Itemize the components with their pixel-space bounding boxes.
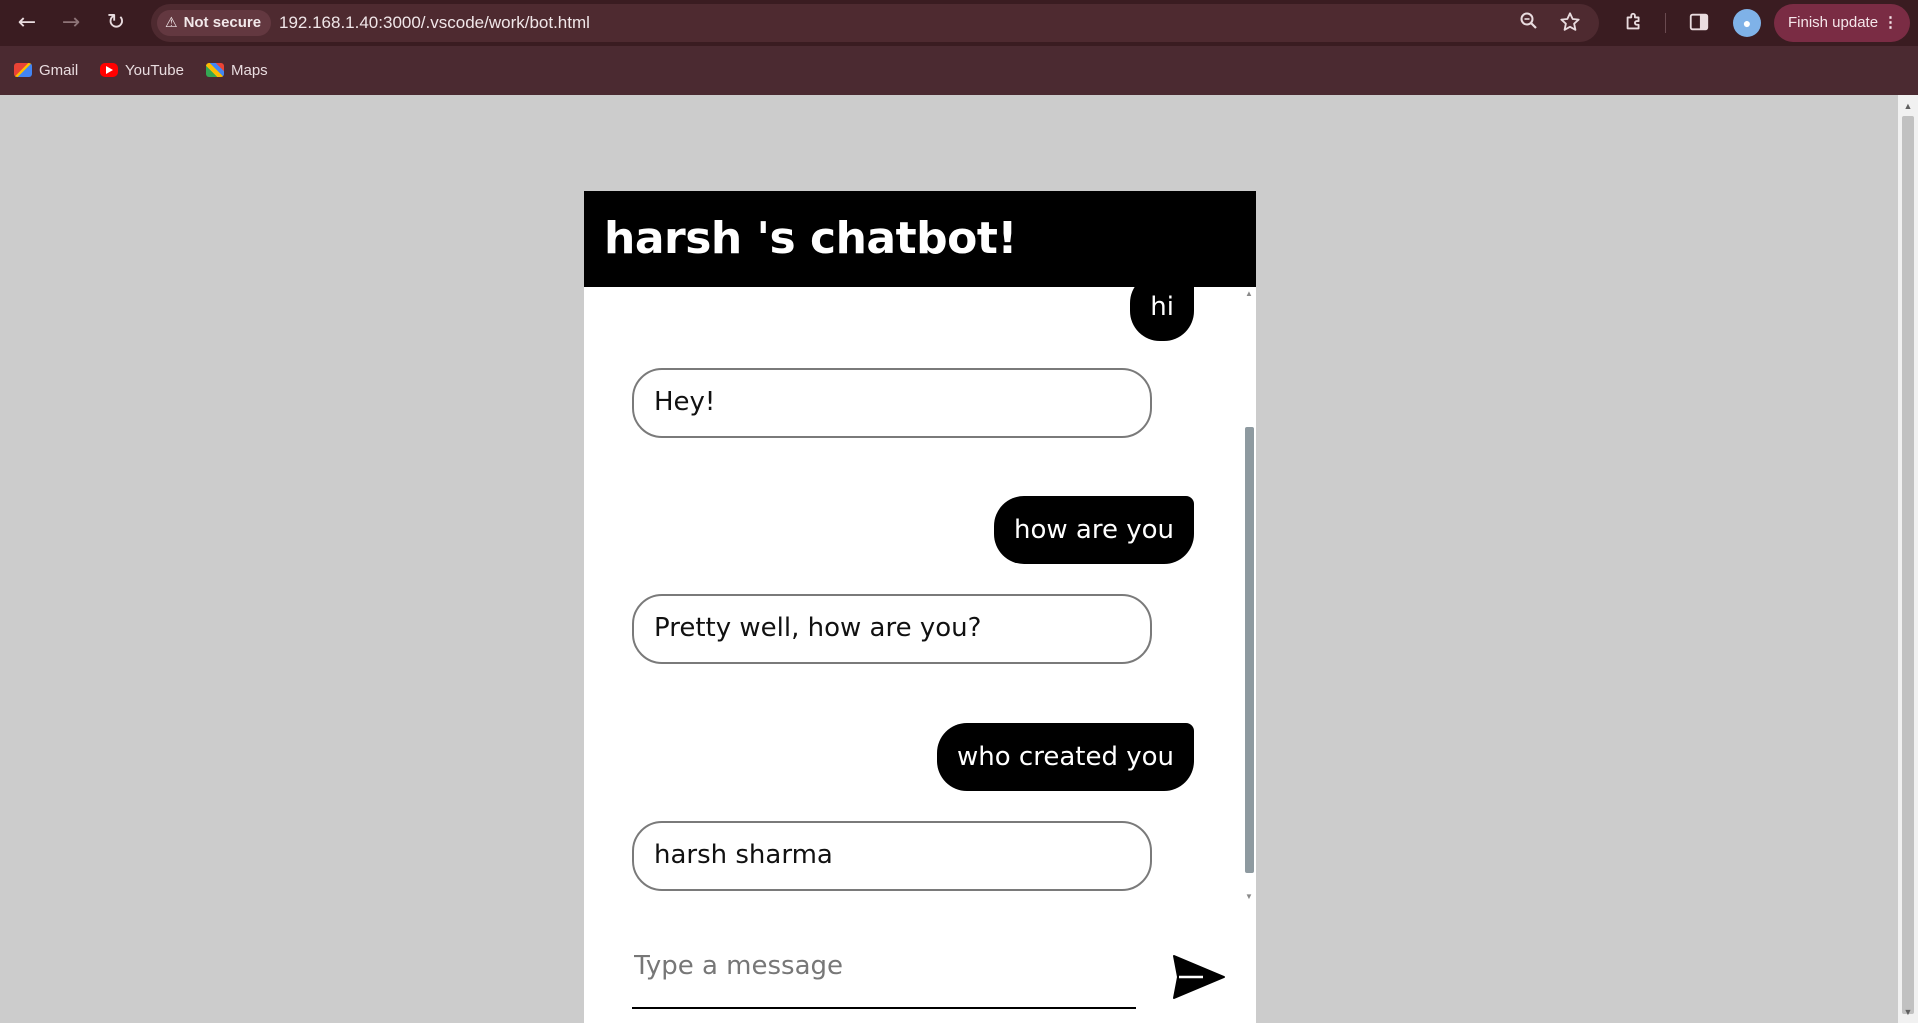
user-message: hi — [1130, 287, 1194, 341]
finish-update-label: Finish update — [1788, 14, 1879, 31]
profile-avatar[interactable]: ● — [1733, 9, 1761, 37]
user-message: who created you — [937, 723, 1194, 791]
gmail-icon — [14, 63, 32, 77]
warning-icon: ⚠ — [165, 15, 178, 31]
toolbar-separator — [1665, 13, 1666, 33]
bookmark-star-icon[interactable] — [1558, 11, 1582, 35]
address-bar[interactable]: ⚠ Not secure 192.168.1.40:3000/.vscode/w… — [151, 4, 1599, 42]
bookmark-gmail[interactable]: Gmail — [14, 58, 78, 82]
menu-icon[interactable]: ⋮ — [1883, 4, 1898, 42]
bot-message: Pretty well, how are you? — [632, 594, 1152, 664]
security-label: Not secure — [183, 14, 262, 31]
scroll-down-icon[interactable]: ▼ — [1900, 1005, 1916, 1019]
bookmark-maps[interactable]: Maps — [206, 58, 268, 82]
youtube-icon — [100, 63, 118, 77]
zoom-icon[interactable] — [1517, 11, 1541, 35]
browser-chrome: ← → ↻ ⚠ Not secure 192.168.1.40:3000/.vs… — [0, 0, 1918, 95]
chat-scroll-down-icon[interactable]: ▼ — [1243, 892, 1255, 902]
forward-icon[interactable]: → — [58, 11, 84, 35]
bookmarks-bar: Gmail YouTube Maps — [0, 46, 1918, 95]
browser-toolbar: ← → ↻ ⚠ Not secure 192.168.1.40:3000/.vs… — [0, 0, 1918, 46]
chatbot-window: harsh 's chatbot! hi Hey! how are you Pr… — [584, 191, 1256, 1023]
chat-scroll-up-icon[interactable]: ▲ — [1243, 289, 1255, 299]
security-chip[interactable]: ⚠ Not secure — [157, 10, 272, 36]
bot-message: harsh sharma — [632, 821, 1152, 891]
user-message: how are you — [994, 496, 1194, 564]
bookmark-label: YouTube — [125, 61, 184, 79]
maps-icon — [206, 63, 224, 77]
side-panel-icon[interactable] — [1686, 11, 1712, 35]
scroll-up-icon[interactable]: ▲ — [1900, 99, 1916, 113]
chat-header: harsh 's chatbot! — [584, 191, 1256, 287]
reload-icon[interactable]: ↻ — [103, 11, 129, 35]
bot-message: Hey! — [632, 368, 1152, 438]
send-icon[interactable] — [1172, 954, 1226, 1000]
bookmark-label: Maps — [231, 61, 268, 79]
back-icon[interactable]: ← — [14, 11, 40, 35]
extensions-icon[interactable] — [1621, 11, 1647, 35]
finish-update-button[interactable]: Finish update ⋮ — [1774, 4, 1910, 42]
message-input-wrapper — [632, 927, 1136, 1009]
chat-title: harsh 's chatbot! — [604, 213, 1017, 264]
message-input[interactable] — [632, 927, 1136, 1005]
url-text[interactable]: 192.168.1.40:3000/.vscode/work/bot.html — [279, 4, 590, 42]
message-list[interactable]: hi Hey! how are you Pretty well, how are… — [584, 287, 1256, 907]
bookmark-youtube[interactable]: YouTube — [100, 58, 184, 82]
bookmark-label: Gmail — [39, 61, 79, 79]
page-scrollbar-thumb[interactable] — [1902, 116, 1914, 1014]
chat-scrollbar-thumb[interactable] — [1245, 427, 1254, 873]
